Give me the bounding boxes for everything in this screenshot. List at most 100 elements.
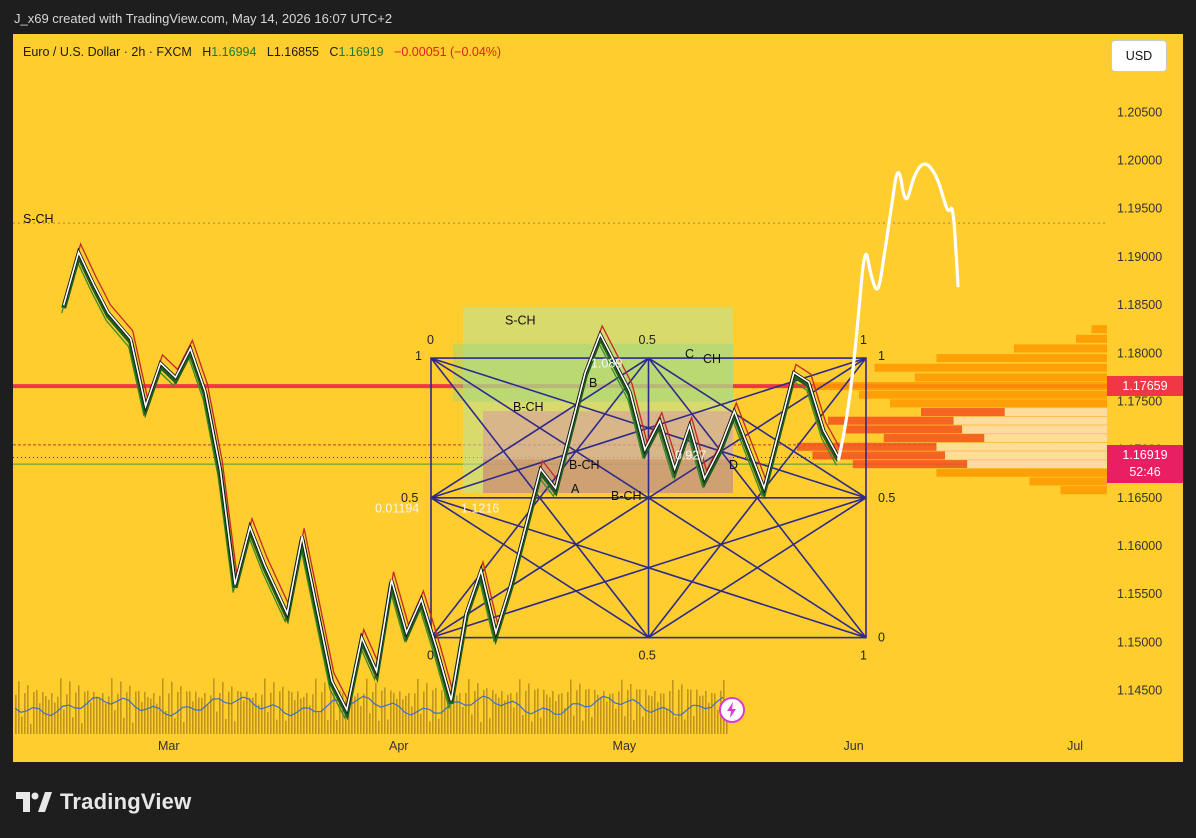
volume-bar [372,691,374,734]
volume-bar [480,721,482,734]
y-tick-label: 1.17500 [1117,394,1162,408]
volume-bar [87,690,89,734]
fib-level-label: 0 [427,333,434,347]
volume-bar [390,690,392,734]
tradingview-brand[interactable]: TradingView [16,788,191,816]
volume-bar [579,683,581,734]
pattern-annotation: D [729,458,738,472]
volume-bar [132,722,134,734]
volume-bar [66,694,68,734]
fib-level-label: 0.5 [639,333,656,347]
volume-bar [384,687,386,734]
volume-bar [666,709,668,734]
x-tick-label: Jul [1067,739,1083,753]
pattern-annotation: 0.01194 [375,501,419,515]
volume-bar [378,720,380,734]
volume-bar [636,689,638,734]
brand-name: TradingView [60,789,192,814]
volume-bar [207,704,209,734]
profile-bar [890,399,1107,408]
volume-bar [459,693,461,734]
volume-bar [267,712,269,734]
volume-bar [90,702,92,734]
volume-bar [363,693,365,734]
volume-bar [57,696,59,734]
pattern-annotation: B-CH [569,458,600,472]
fib-level-label: 0 [427,649,434,663]
fib-level-label: 1 [878,349,885,363]
volume-bar [546,694,548,734]
change-value: −0.00051 (−0.04%) [394,45,502,59]
low-label: L [266,45,274,59]
volume-bar [327,720,329,734]
volume-bar [687,689,689,734]
volume-bar [285,720,287,734]
volume-bar [99,699,101,734]
volume-bar [21,716,23,734]
volume-bar [33,692,35,734]
volume-bar [174,718,176,734]
y-tick-label: 1.18500 [1117,298,1162,312]
pattern-annotation: A [571,482,580,496]
pattern-annotation: S-CH [23,212,54,226]
pattern-annotation: C [685,347,694,361]
y-tick-label: 1.16500 [1117,491,1162,505]
profile-bar [874,363,1107,372]
volume-bar [435,687,437,734]
volume-bar [204,693,206,734]
volume-bar [573,715,575,734]
volume-bar [393,693,395,734]
volume-bar [117,693,119,734]
volume-bar [36,690,38,734]
volume-bar [423,691,425,734]
volume-bar [186,691,188,734]
profile-bar [1060,486,1107,495]
volume-bar [138,690,140,734]
profile-bar [914,373,1107,382]
volume-bar [648,695,650,734]
volume-bar [696,689,698,734]
symbol-name: Euro / U.S. Dollar · 2h · FXCM [23,45,192,59]
volume-bar [540,717,542,734]
volume-bar [39,703,41,734]
volume-bar [456,695,458,734]
high-value: 1.16994 [211,45,257,59]
volume-bar [567,691,569,734]
volume-bar [54,702,56,734]
volume-bar [276,719,278,734]
volume-bar [189,691,191,734]
volume-bar [294,700,296,734]
volume-bar [402,699,404,734]
close-value: 1.16919 [338,45,384,59]
pattern-annotation: B [589,376,597,390]
profile-value-area [967,460,1107,469]
pattern-annotation: 1.1216 [461,501,499,515]
volume-bar [135,691,137,734]
volume-bars [14,678,728,734]
volume-bar [453,699,455,734]
profile-bar [936,468,1107,477]
fib-pattern[interactable] [430,306,867,639]
volume-bar [645,689,647,734]
volume-bar [321,692,323,734]
pattern-annotation: S-CH [505,313,536,327]
volume-bar [657,702,659,734]
resistance-price-tag: 1.17659 [1107,376,1183,397]
volume-bar [30,723,32,734]
currency-button[interactable]: USD [1111,40,1167,72]
chart-area[interactable]: 0 1 0.5 1 1 0.5 0.5 0 0 0.5 1 S-CH S-CH B-CH B-CH B-CH A… [13,34,1183,762]
price-chart[interactable]: 0 10.51 10.5 0.500 0.5 1S-CHS-CHB-CHB-CHB-CHA… [13,34,1183,762]
volume-bar [405,695,407,734]
volume-bar [495,693,497,734]
profile-bar [1091,325,1107,334]
lightning-icon[interactable] [719,697,745,723]
volume-bar [153,693,155,734]
volume-bar [273,682,275,734]
volume-bar [228,691,230,734]
volume-bar [258,704,260,734]
volume-bar [72,717,74,734]
volume-bar [585,689,587,734]
volume-bar [78,685,80,734]
volume-bar [249,697,251,734]
volume-bar [306,693,308,734]
